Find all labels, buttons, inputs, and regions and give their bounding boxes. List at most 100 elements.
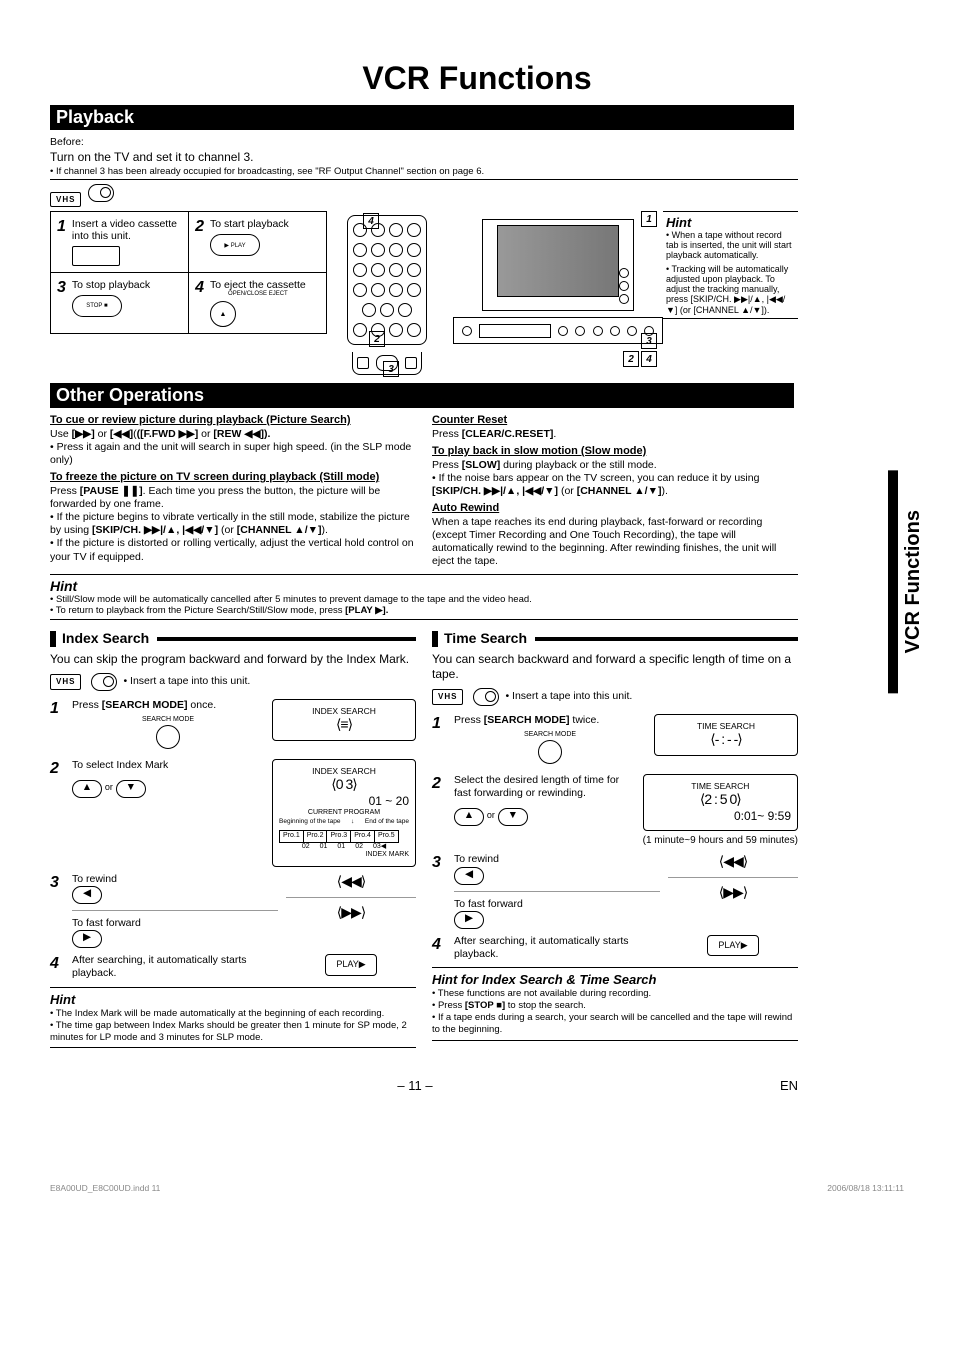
is-box2: INDEX SEARCH ⟨0 3⟩ 01 ~ 20 CURRENT PROGR… (272, 759, 416, 867)
is-s3b: To fast forward (72, 917, 278, 930)
other-ops-hint: Hint • Still/Slow mode will be automatic… (50, 574, 798, 620)
section-other-ops: Other Operations (50, 383, 794, 408)
is-s2: To select Index Mark (72, 759, 264, 772)
rewind-anim-icon: ⟨◀◀⟩ (286, 873, 416, 891)
marker-2-remote: 2 (369, 331, 385, 347)
side-tab: VCR Functions (888, 470, 929, 693)
index-search-header: Index Search (62, 630, 149, 648)
before-line2: • If channel 3 has been already occupied… (50, 166, 798, 177)
playback-hint: Hint • When a tape without record tab is… (663, 211, 798, 319)
oo-r-l4: When a tape reaches its end during playb… (432, 516, 798, 569)
before-block: Before: Turn on the TV and set it to cha… (50, 132, 798, 180)
other-ops-right: Counter Reset Press [CLEAR/C.RESET]. To … (432, 410, 798, 568)
step-num-4: 4 (195, 279, 204, 297)
is-s4: After searching, it automatically starts… (72, 954, 278, 980)
rewind-button-icon: ◀ (72, 886, 102, 904)
playback-steps: 1 Insert a video cassette into this unit… (50, 211, 327, 334)
vhs-badge-3: VHS (432, 689, 463, 705)
ts-s3b: To fast forward (454, 898, 660, 911)
oo-l5: • If the picture is distorted or rolling… (50, 537, 416, 563)
time-hint: Hint for Index Search & Time Search • Th… (432, 967, 798, 1041)
ts-s2: Select the desired length of time for fa… (454, 774, 635, 800)
marker-2-unit: 2 (623, 351, 639, 367)
time-search-header: Time Search (444, 630, 527, 648)
ts-box2: TIME SEARCH ⟨2 : 5 0⟩ 0:01~ 9:59 (1 minu… (643, 774, 798, 848)
other-ops-left: To cue or review picture during playback… (50, 410, 416, 568)
step-num-2: 2 (195, 218, 204, 236)
search-mode-button-icon (156, 725, 180, 749)
oo-hint-b1: • Still/Slow mode will be automatically … (50, 594, 798, 605)
time-hint-title: Hint for Index Search & Time Search (432, 972, 798, 988)
ts-s3: To rewind (454, 853, 660, 866)
page-lang: EN (780, 1078, 798, 1093)
ts-box1: TIME SEARCH ⟨- : - -⟩ (654, 714, 798, 756)
program-table: Pro.1Pro.2Pro.3Pro.4Pro.5 (279, 830, 399, 843)
oo-r-h3: Auto Rewind (432, 502, 798, 516)
index-hb1: • The Index Mark will be made automatica… (50, 1008, 416, 1020)
hint-title: Hint (666, 215, 795, 230)
time-search-col: Time Search You can search backward and … (432, 620, 798, 1048)
cassette-anim-icon: ⟨≡⟩ (279, 716, 409, 734)
vhs-badge: VHS (50, 192, 81, 207)
meta-footer: E8A00UD_E8C00UD.indd 11 2006/08/18 13:11… (50, 1183, 904, 1193)
marker-3-remote: 3 (383, 361, 399, 377)
step4-text: To eject the cassette (210, 279, 306, 291)
media-badges: VHS (50, 184, 904, 207)
ts-num-1: 1 (432, 714, 446, 734)
step3-text: To stop playback (72, 279, 150, 291)
oo-hint-title: Hint (50, 578, 798, 594)
ts-rewind-button-icon: ◀ (454, 867, 484, 885)
down-button-icon: ▼ (116, 780, 146, 798)
oo-h2: To freeze the picture on TV screen durin… (50, 471, 416, 485)
oo-l2: • Press it again and the unit will searc… (50, 441, 416, 467)
disc-badge-3 (473, 688, 499, 706)
section-playback: Playback (50, 105, 794, 130)
time-insert: • Insert a tape into this unit. (505, 690, 632, 703)
ts-play-box: PLAY▶ (707, 935, 758, 956)
tv-vcr-diagram: 1 3 4 2 (453, 211, 663, 371)
page-footer: – 11 – EN (50, 1078, 798, 1093)
oo-r-h1: Counter Reset (432, 414, 798, 428)
ts-up-button-icon: ▲ (454, 808, 484, 826)
is-s3: To rewind (72, 873, 278, 886)
eject-button-icon: ▲ (210, 301, 236, 327)
time-intro: You can search backward and forward a sp… (432, 652, 798, 682)
up-button-icon: ▲ (72, 780, 102, 798)
is-play-box: PLAY▶ (325, 954, 376, 975)
step2-text: To start playback (210, 218, 289, 230)
ts-num-4: 4 (432, 935, 446, 955)
ts-s4: After searching, it automatically starts… (454, 935, 660, 961)
index-search-col: Index Search You can skip the program ba… (50, 620, 416, 1048)
hint-b1: • When a tape without record tab is inse… (666, 230, 795, 260)
disc-badge-2 (91, 673, 117, 691)
is-num-3: 3 (50, 873, 64, 893)
remote-diagram: 4 2 3 (327, 211, 447, 379)
ffwd-button-icon: ▶ (72, 930, 102, 948)
time-hb3: • If a tape ends during a search, your s… (432, 1012, 798, 1036)
ts-rewind-anim-icon: ⟨◀◀⟩ (668, 853, 798, 871)
ts-down-button-icon: ▼ (498, 808, 528, 826)
cassette-icon (72, 246, 120, 266)
page-number: – 11 – (50, 1078, 780, 1093)
step-num-3: 3 (57, 279, 66, 297)
disc-badge (88, 184, 114, 202)
stop-button-icon: STOP ■ (72, 295, 122, 317)
play-button-icon: ▶ PLAY (210, 234, 260, 256)
hint-b2: • Tracking will be automatically adjuste… (666, 264, 795, 315)
time-hb1: • These functions are not available duri… (432, 988, 798, 1000)
before-line1: Turn on the TV and set it to channel 3. (50, 150, 798, 164)
ts-search-mode-label: SEARCH MODE (454, 731, 646, 740)
vhs-badge-2: VHS (50, 674, 81, 690)
step-num-1: 1 (57, 218, 66, 236)
oo-r-h2: To play back in slow motion (Slow mode) (432, 445, 798, 459)
is-num-1: 1 (50, 699, 64, 719)
is-search-mode-label: SEARCH MODE (72, 716, 264, 725)
meta-file: E8A00UD_E8C00UD.indd 11 (50, 1183, 160, 1193)
page-title: VCR Functions (50, 60, 904, 97)
ts-search-mode-button-icon (538, 740, 562, 764)
eject-label: OPEN/CLOSE EJECT (210, 291, 306, 297)
index-hint-title: Hint (50, 992, 416, 1008)
index-intro: You can skip the program backward and fo… (50, 652, 416, 667)
ts-ffwd-anim-icon: ⟨▶▶⟩ (668, 884, 798, 902)
ts-num-2: 2 (432, 774, 446, 794)
